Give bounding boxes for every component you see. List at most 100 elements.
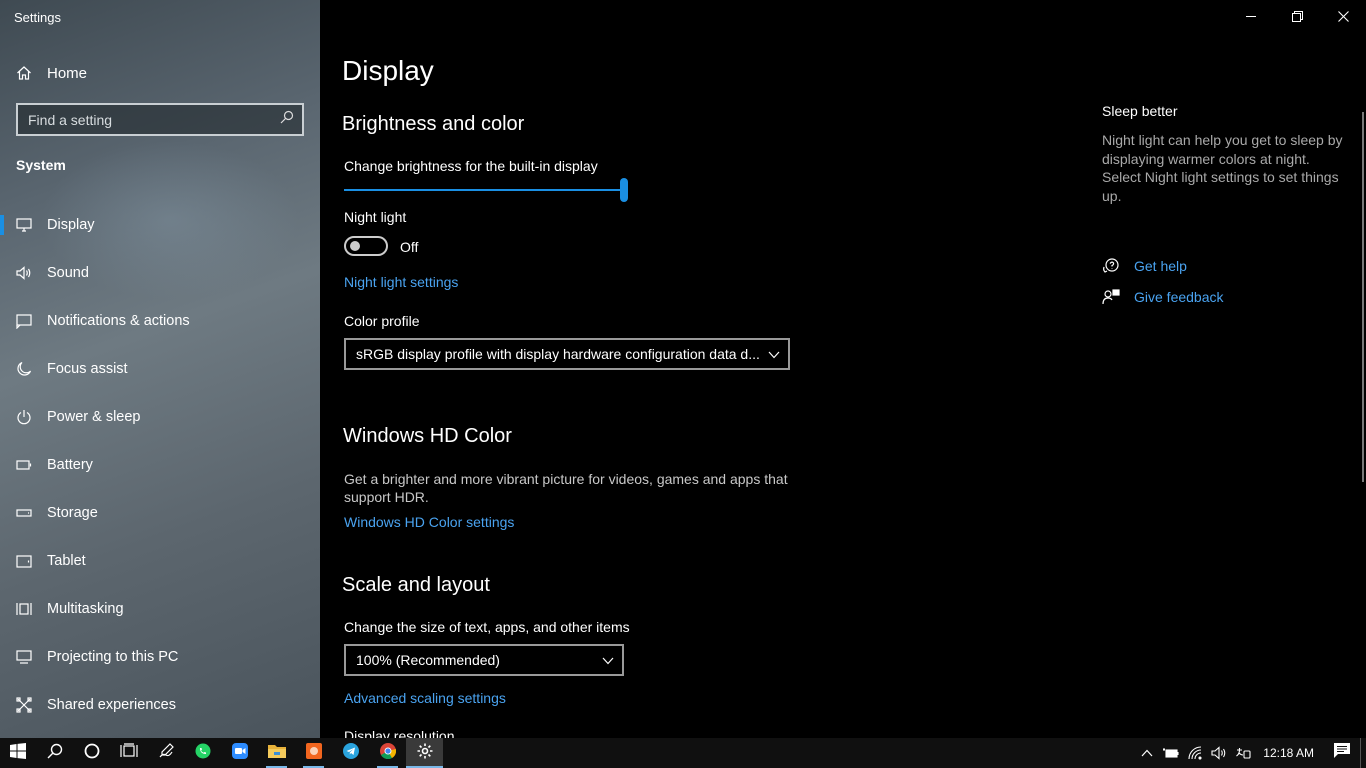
- color-profile-dropdown[interactable]: sRGB display profile with display hardwa…: [344, 338, 790, 370]
- sidebar-home[interactable]: Home: [0, 56, 320, 90]
- zoom-icon: [231, 742, 248, 764]
- night-light-label: Night light: [344, 209, 407, 225]
- chevron-down-icon: [768, 346, 780, 362]
- display-resolution-label: Display resolution: [344, 728, 455, 738]
- sidebar-item-storage[interactable]: Storage: [0, 489, 320, 537]
- whatsapp-icon: [195, 743, 211, 764]
- start-button[interactable]: [0, 738, 36, 768]
- sidebar-item-label: Storage: [47, 505, 98, 521]
- hd-color-description: Get a brighter and more vibrant picture …: [344, 471, 788, 505]
- close-button[interactable]: [1320, 0, 1366, 32]
- sidebar-item-label: Projecting to this PC: [47, 649, 179, 665]
- cortana-button[interactable]: [73, 738, 110, 768]
- sidebar-item-notifications[interactable]: Notifications & actions: [0, 297, 320, 345]
- telegram-icon: [342, 742, 359, 764]
- telegram-button[interactable]: [332, 738, 369, 768]
- side-panel-description: Night light can help you get to sleep by…: [1102, 132, 1343, 204]
- sidebar-item-display[interactable]: Display: [0, 201, 320, 249]
- brightness-label: Change brightness for the built-in displ…: [344, 158, 598, 174]
- moon-icon: [0, 361, 47, 377]
- section-label: System: [16, 157, 66, 173]
- search-icon[interactable]: [280, 110, 294, 129]
- projecting-icon: [0, 650, 47, 664]
- battery-icon: [0, 460, 47, 470]
- sidebar-item-power-sleep[interactable]: Power & sleep: [0, 393, 320, 441]
- action-center-button[interactable]: [1324, 738, 1360, 768]
- volume-icon[interactable]: [1207, 746, 1231, 760]
- scale-heading: Scale and layout: [342, 574, 490, 596]
- battery-tray-icon[interactable]: [1159, 747, 1183, 759]
- multitasking-icon: [0, 601, 47, 617]
- chrome-icon: [379, 742, 396, 764]
- tablet-icon: [0, 554, 47, 568]
- shared-icon: [0, 697, 47, 713]
- sidebar-item-label: Focus assist: [47, 361, 128, 377]
- give-feedback-link[interactable]: Give feedback: [1102, 289, 1224, 305]
- window-controls: [1228, 0, 1366, 32]
- task-view-icon: [119, 742, 138, 764]
- task-view-button[interactable]: [110, 738, 147, 768]
- get-help-link[interactable]: Get help: [1102, 258, 1187, 274]
- sidebar-item-tablet[interactable]: Tablet: [0, 537, 320, 585]
- settings-taskbar-button[interactable]: [406, 738, 443, 768]
- search-input[interactable]: [28, 111, 268, 128]
- show-desktop-button[interactable]: [1360, 738, 1366, 768]
- dropdown-value: sRGB display profile with display hardwa…: [356, 346, 760, 362]
- sidebar-nav: Display Sound Notifications & actions Fo…: [0, 201, 320, 729]
- sidebar-item-label: Power & sleep: [47, 409, 141, 425]
- language-icon[interactable]: [1231, 746, 1255, 760]
- sidebar-item-label: Display: [47, 217, 95, 233]
- chrome-button[interactable]: [369, 738, 406, 768]
- advanced-scaling-link[interactable]: Advanced scaling settings: [344, 690, 506, 706]
- sidebar-item-label: Shared experiences: [47, 697, 176, 713]
- get-help-label: Get help: [1134, 258, 1187, 274]
- taskbar-search-button[interactable]: [36, 738, 73, 768]
- pen-workspace-icon: [158, 742, 174, 764]
- chevron-up-icon[interactable]: [1135, 749, 1159, 757]
- side-panel-title: Sleep better: [1102, 103, 1178, 119]
- brightness-slider[interactable]: [344, 178, 628, 202]
- clock[interactable]: 12:18 AM: [1263, 746, 1314, 760]
- search-box[interactable]: [16, 103, 304, 136]
- scrollbar[interactable]: [1362, 112, 1364, 482]
- sidebar-item-battery[interactable]: Battery: [0, 441, 320, 489]
- taskbar: 12:18 AM: [0, 738, 1366, 768]
- night-light-settings-link[interactable]: Night light settings: [344, 274, 458, 290]
- sidebar-item-focus-assist[interactable]: Focus assist: [0, 345, 320, 393]
- orange-app-button[interactable]: [295, 738, 332, 768]
- scale-label: Change the size of text, apps, and other…: [344, 619, 630, 635]
- pen-workspace-button[interactable]: [147, 738, 184, 768]
- sidebar-item-projecting[interactable]: Projecting to this PC: [0, 633, 320, 681]
- zoom-button[interactable]: [221, 738, 258, 768]
- feedback-icon: [1102, 289, 1134, 305]
- sidebar: Settings Home System Display Sound: [0, 0, 320, 738]
- night-light-toggle[interactable]: [344, 236, 388, 256]
- sidebar-item-shared-experiences[interactable]: Shared experiences: [0, 681, 320, 729]
- app-title: Settings: [14, 10, 61, 25]
- wifi-icon[interactable]: [1183, 746, 1207, 760]
- orange-app-icon: [305, 742, 322, 764]
- notification-icon: [0, 313, 47, 329]
- hd-color-settings-link[interactable]: Windows HD Color settings: [344, 514, 514, 530]
- minimize-button[interactable]: [1228, 0, 1274, 32]
- system-tray: 12:18 AM: [1135, 738, 1366, 768]
- speaker-icon: [0, 266, 47, 280]
- help-chat-icon: [1102, 258, 1134, 274]
- restore-button[interactable]: [1274, 0, 1320, 32]
- sidebar-item-label: Multitasking: [47, 601, 124, 617]
- sidebar-item-label: Battery: [47, 457, 93, 473]
- sidebar-item-multitasking[interactable]: Multitasking: [0, 585, 320, 633]
- sidebar-item-label: Sound: [47, 265, 89, 281]
- scale-dropdown[interactable]: 100% (Recommended): [344, 644, 624, 676]
- power-icon: [0, 409, 47, 425]
- settings-icon: [417, 743, 433, 764]
- file-explorer-button[interactable]: [258, 738, 295, 768]
- sidebar-item-label: Notifications & actions: [47, 313, 190, 329]
- sidebar-item-sound[interactable]: Sound: [0, 249, 320, 297]
- hd-color-heading: Windows HD Color: [343, 425, 512, 447]
- search-icon: [47, 743, 63, 764]
- whatsapp-button[interactable]: [184, 738, 221, 768]
- slider-thumb[interactable]: [620, 178, 628, 202]
- dropdown-value: 100% (Recommended): [356, 652, 500, 668]
- start-icon: [10, 742, 26, 764]
